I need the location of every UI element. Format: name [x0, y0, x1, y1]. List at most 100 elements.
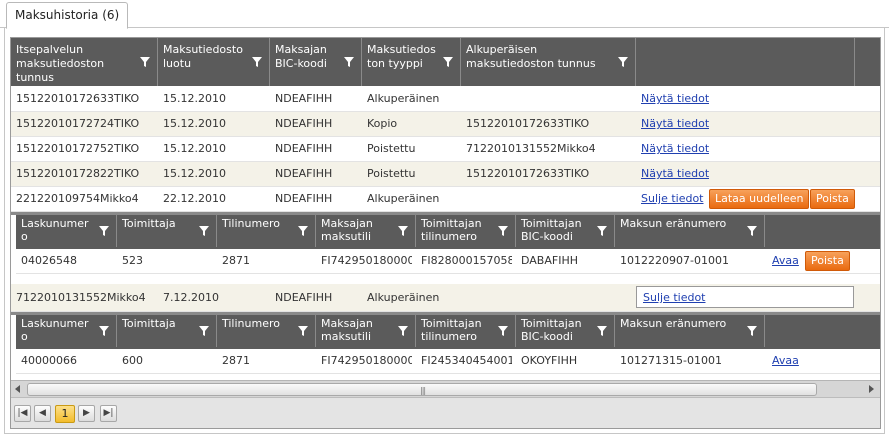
filter-icon[interactable]	[297, 325, 309, 337]
cell-created: 7.12.2010	[163, 291, 219, 304]
table-row: 15122010172724TIKO 15.12.2010 NDEAFIHH K…	[11, 112, 880, 137]
open-link[interactable]: Avaa	[772, 254, 799, 267]
close-details-link[interactable]: Sulje tiedot	[643, 291, 706, 304]
detail-col-supplier-account[interactable]: Toimittajan tilinumero	[416, 215, 516, 247]
detail-col-supplier-account[interactable]: Toimittajan tilinumero	[416, 315, 516, 347]
cell-supplier-account: FI245340454001	[421, 354, 512, 367]
column-header-actions	[636, 38, 855, 86]
column-label: Toimittaja	[122, 317, 176, 330]
detail-col-invoice[interactable]: Laskunumer o	[16, 215, 117, 247]
detail-col-payer-account[interactable]: Maksajan maksutili	[316, 215, 416, 247]
column-label: Tilinumero	[222, 317, 280, 330]
column-label: Toimittajan tilinumero	[421, 217, 482, 243]
cell-file-id: 15122010172752TIKO	[16, 142, 140, 155]
table-row: 15122010172633TIKO 15.12.2010 NDEAFIHH A…	[11, 87, 880, 112]
show-details-link[interactable]: Näytä tiedot	[641, 142, 709, 155]
column-label: Toimittaja	[122, 217, 176, 230]
detail-col-actions	[765, 215, 880, 247]
cell-supplier: 523	[122, 254, 143, 267]
cell-type: Poistettu	[367, 142, 416, 155]
filter-icon[interactable]	[442, 56, 454, 68]
cell-account: 2871	[222, 354, 250, 367]
cell-created: 22.12.2010	[163, 192, 226, 205]
show-details-link[interactable]: Näytä tiedot	[641, 117, 709, 130]
page-number-current[interactable]: 1	[55, 405, 75, 423]
column-label: Laskunumer o	[21, 317, 89, 343]
table-row: 221220109754Mikko4 22.12.2010 NDEAFIHH A…	[11, 187, 880, 212]
cell-file-id: 15122010172724TIKO	[16, 117, 140, 130]
show-details-link[interactable]: Näytä tiedot	[641, 92, 709, 105]
grid-header: Itsepalvelun maksutiedoston tunnus Maksu…	[11, 38, 880, 86]
filter-icon[interactable]	[746, 325, 758, 337]
first-page-icon[interactable]: |◀	[14, 405, 31, 422]
cell-type: Alkuperäinen	[367, 92, 440, 105]
pager: |◀ ◀ 1 ▶ ▶|	[11, 397, 880, 428]
filter-icon[interactable]	[596, 225, 608, 237]
detail-col-supplier[interactable]: Toimittaja	[117, 315, 217, 347]
cell-bic: NDEAFIHH	[275, 192, 333, 205]
prev-page-icon[interactable]: ◀	[34, 405, 51, 422]
column-header-type[interactable]: Maksutiedos ton tyyppi	[362, 38, 461, 86]
column-label: Maksun eränumero	[620, 317, 727, 330]
filter-icon[interactable]	[617, 56, 629, 68]
reload-button[interactable]: Lataa uudelleen	[709, 189, 810, 209]
detail-col-supplier-bic[interactable]: Toimittajan BIC-koodi	[516, 315, 615, 347]
cell-batch: 1012220907-01001	[620, 254, 729, 267]
filter-icon[interactable]	[497, 225, 509, 237]
scroll-right-icon[interactable]	[869, 385, 874, 393]
delete-button[interactable]: Poista	[810, 189, 855, 209]
tab-payment-history[interactable]: Maksuhistoria (6)	[6, 2, 129, 29]
detail-col-supplier[interactable]: Toimittaja	[117, 215, 217, 247]
filter-icon[interactable]	[251, 56, 263, 68]
cell-account: 2871	[222, 254, 250, 267]
column-label: Toimittajan BIC-koodi	[521, 317, 582, 343]
payment-history-grid: Itsepalvelun maksutiedoston tunnus Maksu…	[10, 37, 881, 429]
detail-col-supplier-bic[interactable]: Toimittajan BIC-koodi	[516, 215, 615, 247]
column-header-created[interactable]: Maksutiedosto luotu	[158, 38, 270, 86]
detail-row: 40000066 600 2871 FI742950180000 FI24534…	[16, 349, 880, 374]
cell-type: Kopio	[367, 117, 398, 130]
filter-icon[interactable]	[596, 325, 608, 337]
column-label: Itsepalvelun maksutiedoston tunnus	[16, 43, 105, 84]
column-label: Maksutiedosto luotu	[163, 43, 243, 70]
filter-icon[interactable]	[198, 225, 210, 237]
filter-icon[interactable]	[98, 325, 110, 337]
cell-original-id: 15122010172633TIKO	[466, 117, 590, 130]
last-page-icon[interactable]: ▶|	[100, 405, 117, 422]
scrollbar-thumb[interactable]: |||	[27, 383, 817, 396]
filter-icon[interactable]	[98, 225, 110, 237]
show-details-link[interactable]: Näytä tiedot	[641, 167, 709, 180]
detail-col-actions	[765, 315, 880, 347]
column-header-bic[interactable]: Maksajan BIC-koodi	[270, 38, 362, 86]
scroll-left-icon[interactable]	[15, 385, 20, 393]
detail-col-invoice[interactable]: Laskunumer o	[16, 315, 117, 347]
delete-button[interactable]: Poista	[805, 251, 850, 271]
column-header-file-id[interactable]: Itsepalvelun maksutiedoston tunnus	[11, 38, 158, 86]
cell-type: Alkuperäinen	[367, 192, 440, 205]
filter-icon[interactable]	[746, 225, 758, 237]
open-link[interactable]: Avaa	[772, 354, 799, 367]
next-page-icon[interactable]: ▶	[78, 405, 95, 422]
filter-icon[interactable]	[497, 325, 509, 337]
filter-icon[interactable]	[297, 225, 309, 237]
detail-col-batch[interactable]: Maksun eränumero	[615, 315, 765, 347]
detail-col-batch[interactable]: Maksun eränumero	[615, 215, 765, 247]
filter-icon[interactable]	[397, 225, 409, 237]
filter-icon[interactable]	[198, 325, 210, 337]
detail-col-account[interactable]: Tilinumero	[217, 315, 316, 347]
cell-original-id	[461, 87, 466, 111]
column-header-original-id[interactable]: Alkuperäisen maksutiedoston tunnus	[461, 38, 636, 86]
detail-header: Laskunumer o Toimittaja Tilinumero Maksa…	[16, 215, 880, 249]
cell-original-id: 7122010131552Mikko4	[466, 142, 596, 155]
close-details-link[interactable]: Sulje tiedot	[641, 192, 704, 205]
cell-bic: NDEAFIHH	[275, 291, 333, 304]
table-row: 7122010131552Mikko4 7.12.2010 NDEAFIHH A…	[11, 284, 880, 312]
filter-icon[interactable]	[397, 325, 409, 337]
filter-icon[interactable]	[139, 56, 151, 68]
cell-invoice: 40000066	[21, 354, 77, 367]
horizontal-scrollbar[interactable]: |||	[11, 380, 880, 397]
detail-col-payer-account[interactable]: Maksajan maksutili	[316, 315, 416, 347]
detail-col-account[interactable]: Tilinumero	[217, 215, 316, 247]
column-label: Maksajan maksutili	[321, 217, 373, 243]
filter-icon[interactable]	[343, 56, 355, 68]
